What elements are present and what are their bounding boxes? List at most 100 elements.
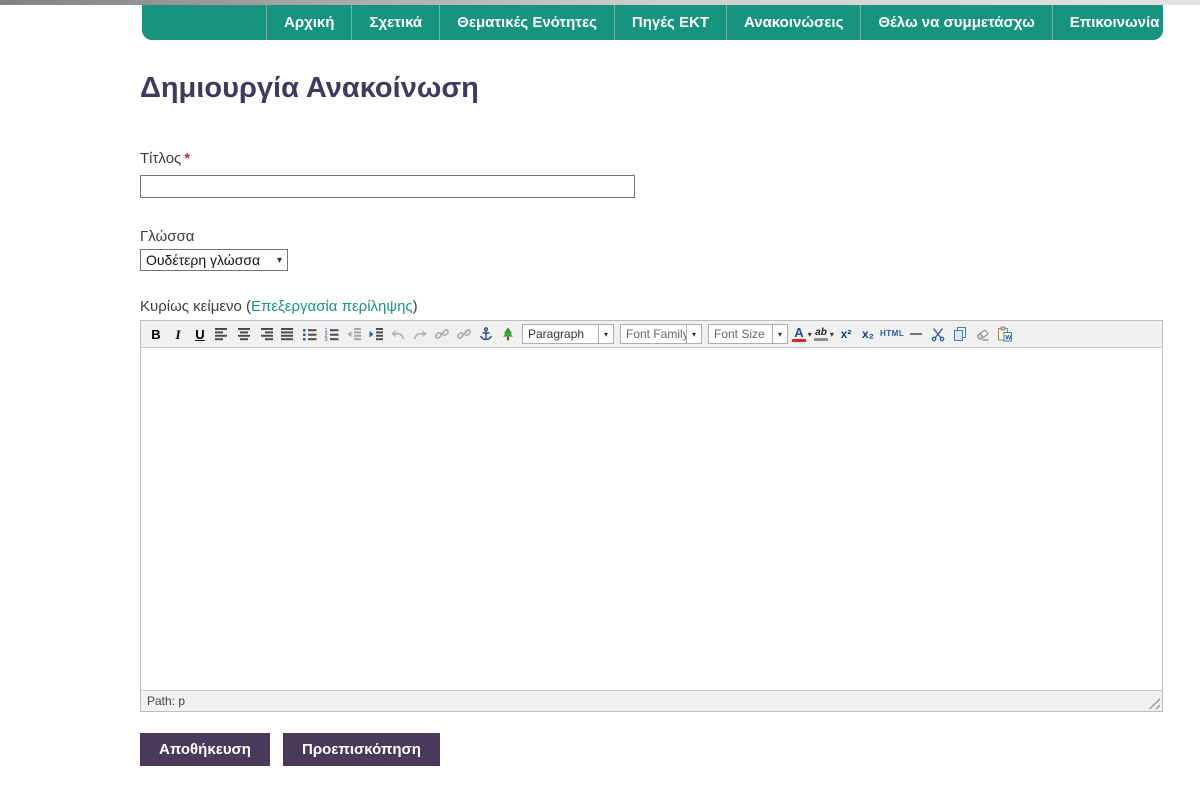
link-icon [434,326,450,342]
font-size-select-arrow-icon[interactable]: ▾ [772,325,787,343]
cleanup-button[interactable] [972,324,992,344]
editor-toolbar: BIU123Paragraph▾Font Family▾Font Size▾A▾… [141,321,1162,348]
align-center-button[interactable] [234,324,254,344]
undo-icon [390,326,406,342]
nav-item-wrap-about: Σχετικά [351,5,439,40]
indent-icon [368,326,384,342]
redo-icon [412,326,428,342]
font-family-select-arrow-icon[interactable]: ▾ [686,325,701,343]
main-navigation: ΑρχικήΣχετικάΘεματικές ΕνότητεςΠηγές ΕΚΤ… [142,5,1163,40]
editor-body[interactable] [141,348,1162,690]
dropdown-arrow-icon: ▾ [277,255,282,266]
nav-item-wrap-thematic-sections: Θεματικές Ενότητες [439,5,614,40]
backcolor-button[interactable]: ab▾ [814,324,834,344]
nav-item-wrap-participate: Θέλω να συμμετάσχω [860,5,1051,40]
undo-button [388,324,408,344]
outdent-button [344,324,364,344]
editor-path-label: Path: p [147,694,185,708]
outdent-icon [346,326,362,342]
required-asterisk: * [184,150,190,167]
bullet-list-button[interactable] [300,324,320,344]
copy-button[interactable] [950,324,970,344]
body-label-text: Κυρίως κείμενο ( [140,298,251,315]
body-field-label: Κυρίως κείμενο (Επεξεργασία περίληψης) [140,298,418,315]
nav-item-participate[interactable]: Θέλω να συμμετάσχω [861,5,1051,40]
align-justify-button[interactable] [278,324,298,344]
form-actions: Αποθήκευση Προεπισκόπηση [140,733,440,766]
cleanup-icon [974,326,990,342]
format-select-value: Paragraph [523,327,598,341]
backcolor-caret-icon[interactable]: ▾ [830,330,834,339]
nav-item-wrap-announcements: Ανακοινώσεις [726,5,860,40]
font-size-select[interactable]: Font Size▾ [708,324,788,344]
format-select[interactable]: Paragraph▾ [522,324,614,344]
nav-item-wrap-home: Αρχική [266,5,351,40]
preview-button[interactable]: Προεπισκόπηση [283,733,440,766]
body-label-close: ) [413,298,418,315]
editor-resize-handle[interactable] [1148,697,1160,709]
link-button [432,324,452,344]
bold-button[interactable]: B [146,324,166,344]
numbered-list-button[interactable]: 123 [322,324,342,344]
bullet-list-icon [302,326,318,342]
nav-item-home[interactable]: Αρχική [267,5,351,40]
horizontal-rule-button[interactable] [906,324,926,344]
image-button[interactable] [498,324,518,344]
nav-item-contact[interactable]: Επικοινωνία [1053,5,1177,40]
nav-list: ΑρχικήΣχετικάΘεματικές ΕνότητεςΠηγές ΕΚΤ… [142,5,1163,40]
cut-icon [930,326,946,342]
nav-item-wrap-ekt-sources: Πηγές ΕΚΤ [614,5,726,40]
edit-summary-link[interactable]: Επεξεργασία περίληψης [251,298,413,315]
italic-button[interactable]: I [168,324,188,344]
nav-item-ekt-sources[interactable]: Πηγές ΕΚΤ [615,5,726,40]
nav-item-thematic-sections[interactable]: Θεματικές Ενότητες [440,5,614,40]
subscript-button[interactable]: x₂ [858,324,878,344]
title-field-label: Τίτλος* [140,150,190,167]
paste-word-button[interactable]: W [994,324,1014,344]
nav-item-announcements[interactable]: Ανακοινώσεις [727,5,860,40]
font-family-select[interactable]: Font Family▾ [620,324,702,344]
page-title: Δημιουργία Ανακοίνωση [140,72,479,105]
forecolor-icon: A [792,326,805,342]
redo-button [410,324,430,344]
source-code-icon: HTML [880,330,904,338]
font-size-select-value: Font Size [709,327,772,341]
align-right-icon [258,326,274,342]
rich-text-editor: BIU123Paragraph▾Font Family▾Font Size▾A▾… [140,320,1163,712]
subscript-icon: x₂ [862,328,874,340]
svg-text:W: W [1006,335,1013,342]
underline-icon: U [195,328,204,341]
indent-button[interactable] [366,324,386,344]
title-label-text: Τίτλος [140,150,181,167]
save-button[interactable]: Αποθήκευση [140,733,270,766]
source-code-button[interactable]: HTML [880,324,904,344]
anchor-icon [478,326,494,342]
anchor-button[interactable] [476,324,496,344]
cut-button[interactable] [928,324,948,344]
align-right-button[interactable] [256,324,276,344]
superscript-icon: x² [841,328,852,340]
language-select[interactable]: Ουδέτερη γλώσσα ▾ [140,249,288,271]
backcolor-icon: ab [814,328,828,341]
language-field-label: Γλώσσα [140,228,194,245]
align-left-button[interactable] [212,324,232,344]
forecolor-button[interactable]: A▾ [792,324,812,344]
numbered-list-icon: 123 [324,326,340,342]
font-family-select-value: Font Family [621,327,686,341]
image-icon [500,326,516,342]
svg-text:3: 3 [325,337,328,342]
nav-item-wrap-contact: Επικοινωνία [1052,5,1178,40]
format-select-arrow-icon[interactable]: ▾ [598,325,613,343]
nav-item-about[interactable]: Σχετικά [352,5,439,40]
horizontal-rule-icon [908,326,924,342]
forecolor-caret-icon[interactable]: ▾ [808,330,812,339]
superscript-button[interactable]: x² [836,324,856,344]
paste-word-icon: W [996,326,1012,342]
italic-icon: I [175,328,180,341]
copy-icon [952,326,968,342]
align-left-icon [214,326,230,342]
title-input[interactable] [140,175,635,198]
editor-statusbar: Path: p [141,690,1162,711]
language-select-value: Ουδέτερη γλώσσα [146,252,260,268]
underline-button[interactable]: U [190,324,210,344]
